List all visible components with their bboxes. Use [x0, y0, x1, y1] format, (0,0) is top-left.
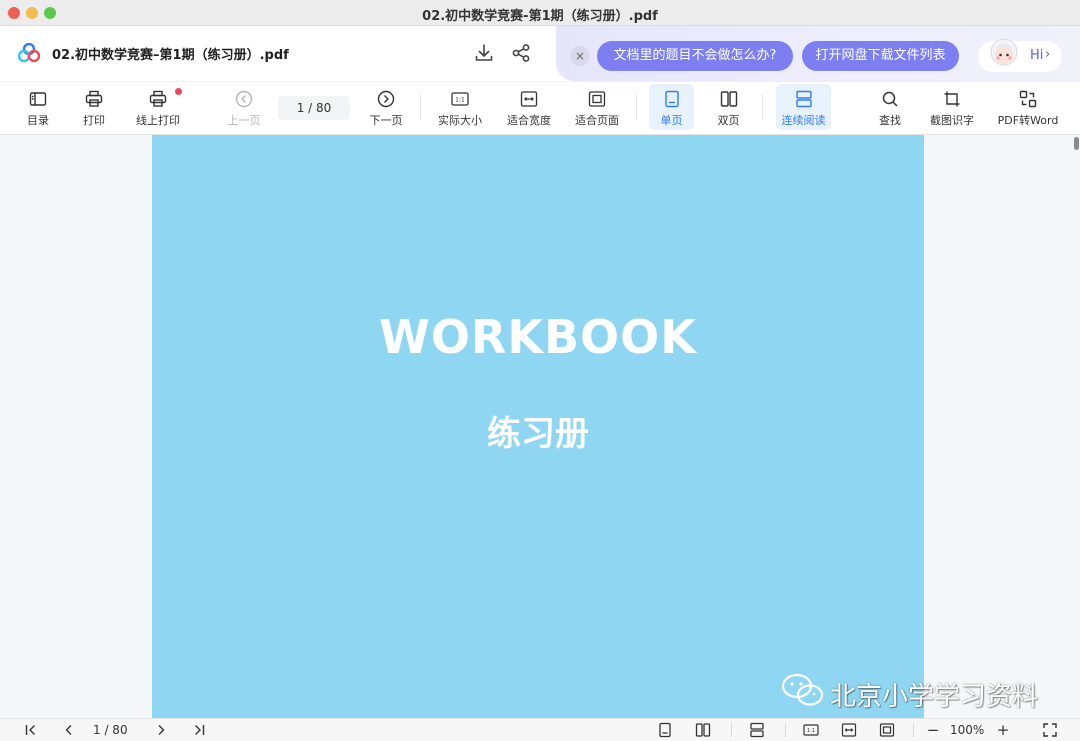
next-page-label: 下一页: [369, 114, 403, 127]
page-title-en: WORKBOOK: [379, 310, 697, 364]
prev-page-small-button[interactable]: [61, 722, 77, 738]
online-print-button[interactable]: 线上打印: [132, 84, 184, 130]
zoom-level[interactable]: 100%: [950, 723, 984, 737]
app-logo-icon: [18, 43, 40, 63]
printer-icon: [85, 90, 103, 107]
fit-width-small-button[interactable]: [841, 722, 857, 738]
svg-text:1:1: 1:1: [455, 97, 465, 104]
page-title-cn: 练习册: [487, 414, 589, 454]
fit-width-icon: [841, 723, 857, 737]
toolbar-divider: [420, 94, 421, 120]
assistant-avatar-icon: [990, 38, 1018, 66]
continuous-read-icon: [795, 90, 812, 108]
notification-dot: [175, 88, 182, 95]
fit-page-small-button[interactable]: [879, 722, 895, 738]
promo-question-button[interactable]: 文档里的题目不会做怎么办?: [597, 41, 793, 71]
circle-chevron-left-icon: [235, 90, 253, 108]
toc-button[interactable]: 目录: [18, 84, 58, 130]
toc-label: 目录: [27, 114, 49, 127]
toolbar-divider: [762, 94, 763, 120]
promo-download-list-button[interactable]: 打开网盘下载文件列表: [802, 41, 959, 71]
continuous-read-label: 连续阅读: [781, 114, 826, 127]
fit-width-icon: [520, 91, 538, 107]
fit-page-button[interactable]: 适合页面: [570, 84, 624, 130]
actual-size-button[interactable]: 1:1 实际大小: [434, 84, 486, 130]
circle-chevron-right-icon: [377, 90, 395, 108]
online-print-label: 线上打印: [136, 114, 180, 127]
single-page-icon: [659, 722, 671, 738]
single-page-label: 单页: [660, 114, 683, 127]
share-icon[interactable]: [510, 42, 532, 64]
fullscreen-icon: [1043, 723, 1057, 737]
actual-size-icon: 1:1: [451, 92, 469, 106]
chevron-right-icon: ›: [1045, 47, 1051, 62]
single-page-small-button[interactable]: [657, 722, 673, 738]
single-page-button[interactable]: 单页: [649, 84, 694, 130]
page-number-input[interactable]: 1 / 80: [278, 96, 350, 120]
toolbar-divider: [636, 94, 637, 120]
double-page-small-button[interactable]: [695, 722, 711, 738]
continuous-small-button[interactable]: [749, 722, 765, 738]
close-promo-button[interactable]: ×: [570, 46, 590, 66]
vertical-scrollbar[interactable]: [1074, 137, 1079, 150]
prev-page-label: 上一页: [227, 114, 261, 127]
fit-page-label: 适合页面: [575, 114, 619, 127]
online-printer-icon: [149, 90, 167, 107]
double-page-icon: [720, 91, 737, 107]
bottom-divider: [913, 723, 914, 737]
window-title: 02.初中数学竞赛-第1期（练习册）.pdf: [422, 9, 658, 24]
first-page-button[interactable]: [23, 722, 39, 738]
next-page-button[interactable]: 下一页: [364, 84, 408, 130]
document-title: 02.初中数学竞赛–第1期（练习册）.pdf: [52, 48, 289, 63]
fit-page-icon: [588, 91, 606, 107]
print-button[interactable]: 打印: [74, 84, 114, 130]
last-page-button[interactable]: [191, 722, 207, 738]
svg-text:1:1: 1:1: [807, 728, 815, 734]
search-icon: [882, 91, 898, 107]
actual-size-icon: 1:1: [803, 724, 819, 736]
pdf-to-word-label: PDF转Word: [997, 114, 1059, 127]
ocr-button[interactable]: 截图识字: [926, 84, 978, 130]
crop-icon: [944, 91, 960, 107]
find-label: 查找: [879, 114, 901, 127]
actual-size-small-button[interactable]: 1:1: [803, 722, 819, 738]
bottom-divider: [785, 723, 786, 737]
actual-size-label: 实际大小: [438, 114, 482, 127]
continuous-read-icon: [750, 722, 764, 738]
fit-width-button[interactable]: 适合宽度: [502, 84, 556, 130]
find-button[interactable]: 查找: [868, 84, 912, 130]
double-page-button[interactable]: 双页: [706, 84, 751, 130]
zoom-out-button[interactable]: −: [926, 722, 940, 738]
single-page-icon: [664, 90, 679, 108]
double-page-icon: [695, 723, 711, 737]
bottom-divider: [731, 723, 732, 737]
prev-page-button[interactable]: 上一页: [222, 84, 266, 130]
pdf-to-word-button[interactable]: PDF转Word: [995, 84, 1061, 130]
print-label: 打印: [83, 114, 105, 127]
ocr-label: 截图识字: [930, 114, 974, 127]
fit-width-label: 适合宽度: [507, 114, 551, 127]
convert-icon: [1019, 90, 1037, 108]
first-page-icon: [25, 725, 35, 735]
download-icon[interactable]: [473, 42, 495, 64]
assistant-hi-label: Hi: [1030, 48, 1044, 63]
chevron-left-icon: [65, 725, 72, 735]
toc-icon: [29, 92, 47, 106]
page-indicator[interactable]: 1 / 80: [93, 723, 128, 737]
fullscreen-button[interactable]: [1042, 722, 1058, 738]
chevron-right-icon: [158, 725, 165, 735]
fit-page-icon: [879, 723, 895, 737]
watermark-text: 北京小学学习资料: [830, 682, 1039, 712]
next-page-small-button[interactable]: [153, 722, 169, 738]
last-page-icon: [195, 725, 205, 735]
double-page-label: 双页: [717, 114, 740, 127]
continuous-read-button[interactable]: 连续阅读: [776, 84, 831, 130]
wechat-icon: [781, 673, 824, 706]
zoom-in-button[interactable]: +: [996, 722, 1010, 738]
